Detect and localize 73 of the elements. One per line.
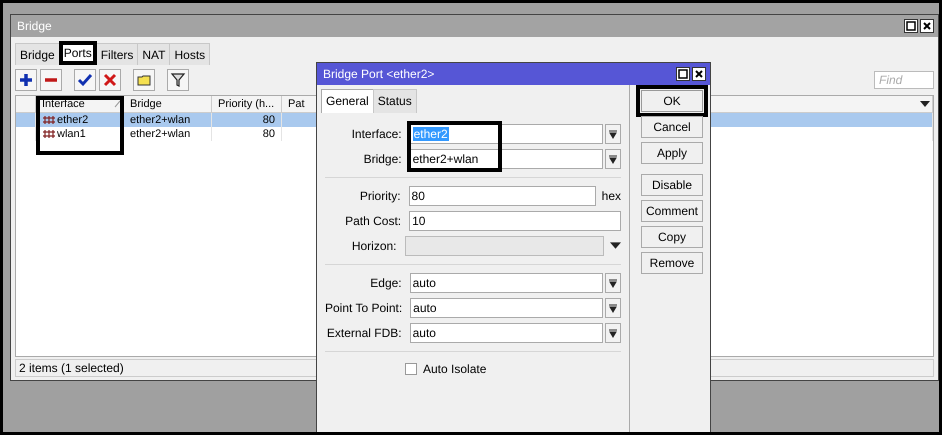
maximize-button[interactable] bbox=[676, 67, 690, 81]
sort-icon bbox=[114, 100, 121, 108]
field-label: Priority: bbox=[358, 189, 402, 203]
table-cell: 80 bbox=[212, 113, 282, 127]
checkmark-icon bbox=[77, 72, 93, 88]
dropdown-field[interactable]: auto bbox=[410, 273, 604, 293]
dialog-button[interactable]: Cancel bbox=[641, 116, 703, 138]
window-title: Bridge bbox=[17, 19, 53, 33]
dropdown-arrow-icon[interactable] bbox=[920, 101, 930, 107]
unit-label: hex bbox=[602, 189, 621, 203]
field-label: Edge: bbox=[369, 276, 403, 290]
close-button[interactable] bbox=[920, 19, 934, 33]
close-icon bbox=[921, 20, 933, 32]
field-label: Interface: bbox=[350, 127, 403, 141]
field-label: Point To Point: bbox=[325, 301, 404, 315]
checkmark-button[interactable] bbox=[74, 69, 96, 91]
caret-icon bbox=[609, 304, 618, 312]
tab[interactable]: Bridge bbox=[15, 43, 60, 65]
table-cell: wlan1 bbox=[57, 127, 86, 141]
dropdown-button[interactable] bbox=[605, 298, 621, 318]
field-label: Horizon: bbox=[350, 239, 398, 253]
tab[interactable]: Filters bbox=[96, 43, 138, 65]
close-icon bbox=[693, 68, 705, 80]
remove-button[interactable] bbox=[40, 69, 62, 91]
tab[interactable]: General bbox=[321, 89, 374, 113]
dropdown-button[interactable] bbox=[605, 124, 621, 144]
dialog-button[interactable]: OK bbox=[636, 85, 708, 117]
filter-button[interactable] bbox=[167, 69, 189, 91]
tab[interactable]: Status bbox=[372, 89, 417, 113]
dropdown-button[interactable] bbox=[605, 323, 621, 343]
dropdown-field[interactable]: ether2+wlan bbox=[410, 149, 604, 169]
table-cell: ether2+wlan bbox=[124, 113, 212, 127]
dropdown-arrow-icon[interactable] bbox=[610, 242, 621, 250]
caret-icon bbox=[609, 278, 618, 288]
input-field[interactable]: 80 bbox=[408, 186, 596, 206]
dropdown-field[interactable]: auto bbox=[410, 323, 604, 343]
maximize-icon bbox=[677, 68, 689, 80]
table-cell: 80 bbox=[212, 127, 282, 141]
dropdown-field[interactable]: auto bbox=[410, 298, 604, 318]
dropdown-button[interactable] bbox=[605, 149, 621, 169]
maximize-button[interactable] bbox=[904, 19, 918, 33]
dialog-button[interactable]: Disable bbox=[641, 174, 703, 196]
dialog-button[interactable]: Remove bbox=[641, 252, 703, 274]
column-header[interactable]: Priority (h... bbox=[212, 96, 282, 113]
add-icon bbox=[18, 72, 34, 88]
filter-icon bbox=[170, 72, 186, 88]
table-cell: ether2+wlan bbox=[124, 127, 212, 141]
add-button[interactable] bbox=[15, 69, 37, 91]
checkbox-label: Auto Isolate bbox=[423, 362, 486, 376]
tab[interactable]: Hosts bbox=[169, 43, 210, 65]
interface-icon bbox=[42, 129, 56, 139]
dialog-button[interactable]: Copy bbox=[641, 226, 703, 248]
dialog-button[interactable]: Apply bbox=[641, 142, 703, 164]
tab[interactable]: NAT bbox=[137, 43, 170, 65]
dropdown-button[interactable] bbox=[605, 273, 621, 293]
cross-button[interactable] bbox=[99, 69, 121, 91]
checkbox[interactable] bbox=[405, 363, 417, 375]
dialog-button[interactable]: Comment bbox=[641, 200, 703, 222]
caret-icon bbox=[609, 154, 618, 164]
maximize-icon bbox=[905, 20, 917, 32]
window-title: Bridge Port <ether2> bbox=[323, 67, 436, 81]
close-button[interactable] bbox=[692, 67, 706, 81]
input-field[interactable]: 10 bbox=[409, 211, 621, 231]
caret-icon bbox=[609, 328, 618, 338]
caret-icon bbox=[609, 130, 618, 138]
field-label: Bridge: bbox=[362, 152, 403, 166]
search-field[interactable]: Find bbox=[874, 71, 934, 89]
field-label: External FDB: bbox=[326, 326, 403, 340]
field-label: Path Cost: bbox=[344, 214, 402, 228]
cross-icon bbox=[102, 72, 118, 88]
interface-icon bbox=[42, 115, 56, 125]
table-cell: ether2 bbox=[57, 113, 88, 127]
column-header[interactable]: Bridge bbox=[124, 96, 212, 113]
